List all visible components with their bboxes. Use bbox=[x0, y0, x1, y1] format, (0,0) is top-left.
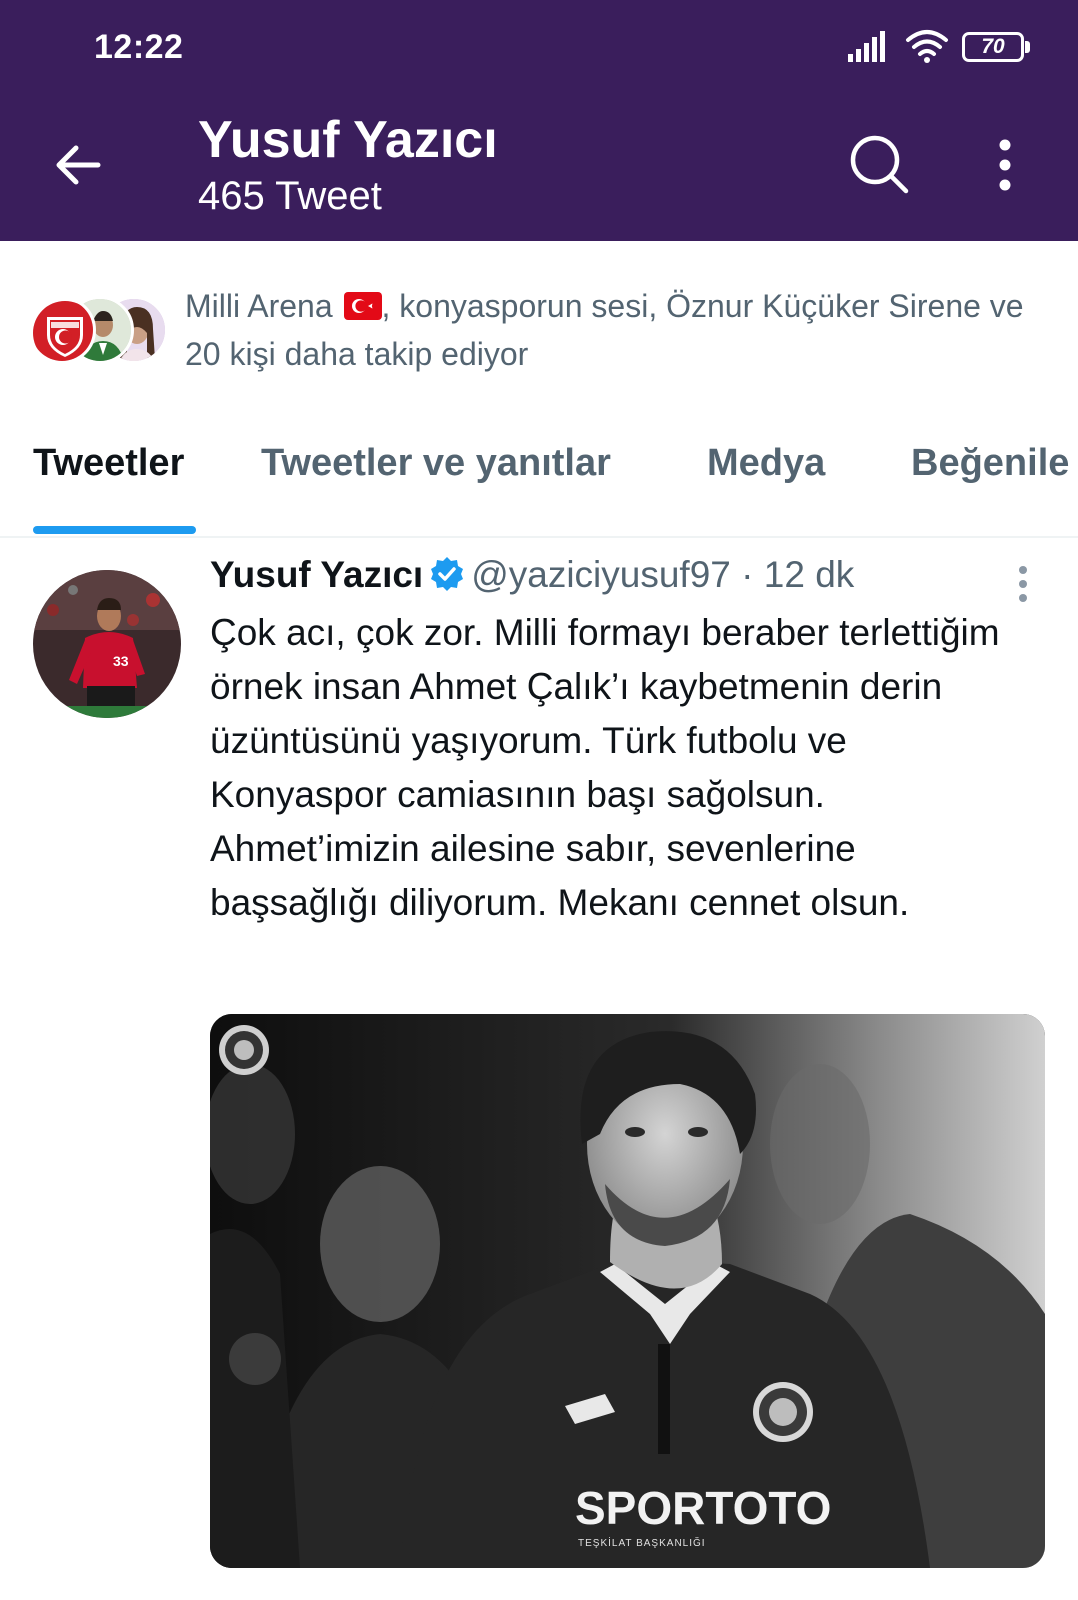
followed-by-text-start: Milli Arena bbox=[185, 288, 342, 324]
profile-screen: 12:22 70 Yusuf Yazıcı 465 Tweet Milli Ar… bbox=[0, 0, 1078, 1600]
tweet-header: Yusuf Yazıcı @yaziciyusuf97 · 12 dk bbox=[210, 554, 1010, 604]
tweet-text: Çok acı, çok zor. Milli formayı beraber … bbox=[210, 612, 1000, 923]
tweet-separator: · bbox=[730, 554, 764, 595]
profile-name-title: Yusuf Yazıcı bbox=[198, 111, 498, 169]
avatar[interactable]: 33 bbox=[33, 570, 181, 718]
app-header: 12:22 70 Yusuf Yazıcı 465 Tweet bbox=[0, 0, 1078, 241]
tweet-handle[interactable]: @yaziciyusuf97 bbox=[471, 554, 731, 595]
status-time: 12:22 bbox=[94, 28, 184, 66]
sponsor-text: SPORTOTO bbox=[575, 1482, 831, 1534]
followed-by-text: Milli Arena , konyasporun sesi, Öznur Kü… bbox=[185, 282, 1065, 378]
battery-level: 70 bbox=[981, 35, 1005, 58]
tab-likes[interactable]: Beğenile bbox=[911, 442, 1069, 485]
tweet-more-icon[interactable] bbox=[1008, 562, 1038, 606]
tweet-image[interactable]: SPORTOTO TEŞKİLAT BAŞKANLIĞI bbox=[210, 1014, 1045, 1568]
followed-by-section[interactable]: Milli Arena , konyasporun sesi, Öznur Kü… bbox=[0, 282, 1078, 392]
wifi-icon bbox=[906, 30, 948, 63]
more-options-icon[interactable] bbox=[985, 135, 1025, 195]
signal-icon bbox=[848, 31, 885, 62]
search-icon[interactable] bbox=[848, 133, 910, 195]
battery-icon: 70 bbox=[962, 32, 1030, 62]
tab-tweets[interactable]: Tweetler bbox=[33, 442, 184, 485]
follower-avatars bbox=[28, 296, 170, 366]
sponsor-subtext: TEŞKİLAT BAŞKANLIĞI bbox=[578, 1536, 706, 1549]
profile-tabs: Tweetler Tweetler ve yanıtlar Medya Beğe… bbox=[0, 432, 1078, 538]
tweet-photo: SPORTOTO TEŞKİLAT BAŞKANLIĞI bbox=[210, 1014, 1045, 1568]
tweet-card[interactable]: 33 Yusuf Yazıcı @yaziciyusuf97 · 12 dk Ço… bbox=[0, 540, 1078, 1600]
tweet-timestamp[interactable]: 12 dk bbox=[764, 554, 855, 595]
tab-media[interactable]: Medya bbox=[707, 442, 825, 485]
back-arrow-icon[interactable] bbox=[48, 135, 108, 195]
active-tab-indicator bbox=[33, 526, 196, 534]
tweet-count: 465 Tweet bbox=[198, 174, 382, 218]
turkey-flag-icon bbox=[343, 292, 382, 320]
tweet-author-name[interactable]: Yusuf Yazıcı bbox=[210, 554, 423, 595]
svg-text:33: 33 bbox=[113, 653, 129, 669]
follower-avatar-1 bbox=[28, 296, 96, 364]
tab-tweets-and-replies[interactable]: Tweetler ve yanıtlar bbox=[261, 442, 611, 485]
verified-badge-icon bbox=[431, 557, 464, 591]
